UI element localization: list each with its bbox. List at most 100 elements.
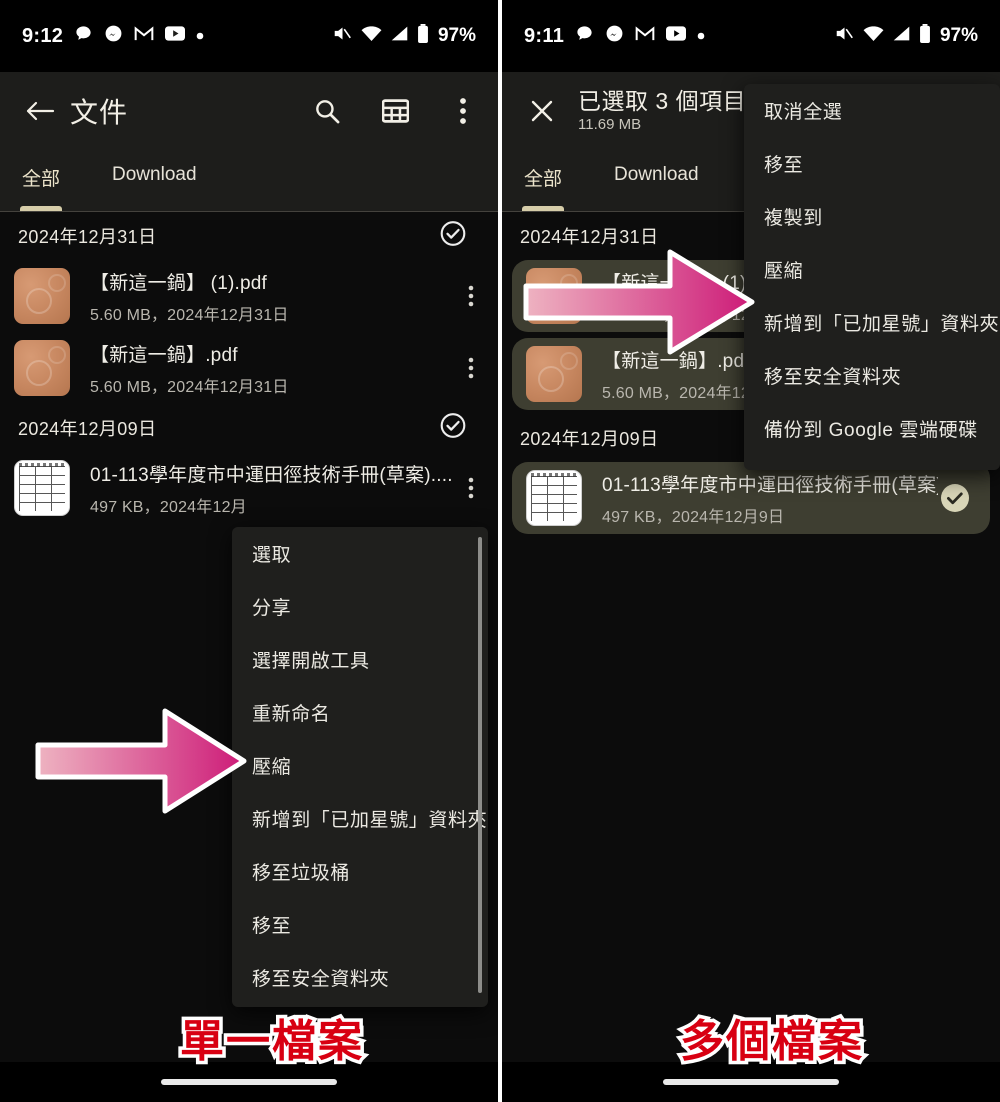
menu-item-move-to-trash[interactable]: 移至垃圾桶 xyxy=(232,845,488,898)
file-meta: 01-113學年度市中運田徑技術手冊(草案).... 497 KB，2024年1… xyxy=(602,470,938,527)
menu-item-rename[interactable]: 重新命名 xyxy=(232,686,488,739)
tab-all[interactable]: 全部 xyxy=(522,164,565,211)
app-bar-actions xyxy=(310,94,480,128)
screenshot-stage: 9:12 97% 文件 全部 Download 2024年12月31日 【新這一… xyxy=(0,0,1000,1102)
file-thumbnail xyxy=(14,340,70,396)
back-arrow-icon[interactable] xyxy=(20,91,60,131)
arrow-right xyxy=(523,249,755,355)
battery-icon xyxy=(919,24,931,48)
right-phone-panel: 9:11 97% 已選取 3 個項目 11.69 MB 全部 Download … xyxy=(502,0,1000,1102)
date-header-label: 2024年12月09日 xyxy=(520,429,659,449)
mute-icon xyxy=(332,24,353,48)
tab-all-label: 全部 xyxy=(524,169,563,190)
status-time: 9:11 xyxy=(524,24,565,47)
file-thumbnail xyxy=(14,460,70,516)
menu-item-move-to[interactable]: 移至 xyxy=(232,898,488,951)
tab-all[interactable]: 全部 xyxy=(20,164,63,211)
context-menu-multi-file[interactable]: 取消全選 移至 複製到 壓縮 新增到「已加星號」資料夾 移至安全資料夾 備份到 … xyxy=(744,84,1000,470)
battery-percent: 97% xyxy=(939,25,978,46)
mute-icon xyxy=(834,24,855,48)
menu-item-compress[interactable]: 壓縮 xyxy=(232,739,488,792)
file-subtitle: 5.60 MB，2024年12月31日 xyxy=(90,306,289,324)
menu-item-move-to-safe-folder[interactable]: 移至安全資料夾 xyxy=(744,349,1000,402)
menu-item-add-to-starred[interactable]: 新增到「已加星號」資料夾 xyxy=(744,296,1000,349)
date-header-label: 2024年12月31日 xyxy=(18,227,157,247)
status-bar-right-group: 97% xyxy=(332,24,476,48)
file-name: 【新這一鍋】.pdf xyxy=(90,344,238,366)
thumbnail-grid-lines xyxy=(19,466,65,511)
signal-icon xyxy=(892,25,911,47)
file-name: 01-113學年度市中運田徑技術手冊(草案).... xyxy=(602,474,938,496)
row-overflow-menu-icon[interactable] xyxy=(456,357,486,379)
wifi-icon xyxy=(863,25,884,47)
file-subtitle: 5.60 MB，2024年12月31日 xyxy=(90,378,289,396)
selection-summary: 已選取 3 個項目 11.69 MB xyxy=(578,88,746,135)
select-group-check-icon[interactable] xyxy=(440,221,466,252)
menu-item-backup-to-google-drive[interactable]: 備份到 Google 雲端硬碟 xyxy=(744,402,1000,455)
wifi-icon xyxy=(361,25,382,47)
row-selected-check-icon[interactable] xyxy=(938,483,978,513)
file-subtitle: 497 KB，2024年12月9日 xyxy=(602,508,785,526)
battery-icon xyxy=(417,24,429,48)
select-group-check-icon[interactable] xyxy=(440,413,466,444)
table-row[interactable]: 01-113學年度市中運田徑技術手冊(草案).... 497 KB，2024年1… xyxy=(0,452,498,524)
table-row[interactable]: 【新這一鍋】 (1).pdf 5.60 MB，2024年12月31日 xyxy=(0,260,498,332)
tab-download-label: Download xyxy=(112,164,197,185)
menu-item-compress[interactable]: 壓縮 xyxy=(744,243,1000,296)
home-gesture-pill[interactable] xyxy=(663,1079,839,1085)
close-icon[interactable] xyxy=(524,93,560,129)
arrow-left xyxy=(35,708,247,814)
messenger-icon xyxy=(104,24,123,48)
left-phone-panel: 9:12 97% 文件 全部 Download 2024年12月31日 【新這一… xyxy=(0,0,498,1102)
status-bar-right-group: 97% xyxy=(834,24,978,48)
home-gesture-pill[interactable] xyxy=(161,1079,337,1085)
menu-item-move-to[interactable]: 移至 xyxy=(744,137,1000,190)
page-title: 文件 xyxy=(70,97,129,128)
menu-item-copy-to[interactable]: 複製到 xyxy=(744,190,1000,243)
app-bar-left: 文件 xyxy=(0,72,498,150)
youtube-icon xyxy=(165,26,186,46)
caption-multi-file: 多個檔案 xyxy=(677,1013,866,1071)
status-time: 9:12 xyxy=(22,24,64,47)
menu-item-open-with[interactable]: 選擇開啟工具 xyxy=(232,633,488,686)
tab-download[interactable]: Download xyxy=(614,164,699,196)
row-overflow-menu-icon[interactable] xyxy=(456,285,486,307)
battery-percent: 97% xyxy=(437,25,476,46)
gmail-icon xyxy=(134,24,154,48)
grid-view-icon[interactable] xyxy=(378,94,412,128)
file-meta: 【新這一鍋】 (1).pdf 5.60 MB，2024年12月31日 xyxy=(90,268,456,325)
tab-bar-left: 全部 Download xyxy=(0,150,498,212)
file-name: 01-113學年度市中運田徑技術手冊(草案).... xyxy=(90,464,453,486)
file-thumbnail xyxy=(526,470,582,526)
dot-icon xyxy=(697,27,705,45)
thumbnail-grid-lines xyxy=(531,476,577,521)
menu-item-move-to-safe-folder[interactable]: 移至安全資料夾 xyxy=(232,951,488,1004)
menu-item-deselect-all[interactable]: 取消全選 xyxy=(744,84,1000,137)
file-name: 【新這一鍋】 (1).pdf xyxy=(90,272,267,294)
dot-icon xyxy=(196,27,204,45)
caption-single-file: 單一檔案 xyxy=(177,1013,366,1071)
row-overflow-menu-icon[interactable] xyxy=(456,477,486,499)
tab-download[interactable]: Download xyxy=(112,164,197,196)
file-subtitle: 497 KB，2024年12月 xyxy=(90,498,247,516)
youtube-icon xyxy=(666,26,687,46)
menu-item-share[interactable]: 分享 xyxy=(232,580,488,633)
menu-item-select[interactable]: 選取 xyxy=(232,527,488,580)
search-icon[interactable] xyxy=(310,94,344,128)
menu-item-add-to-starred[interactable]: 新增到「已加星號」資料夾 xyxy=(232,792,488,845)
file-meta: 【新這一鍋】.pdf 5.60 MB，2024年12月31日 xyxy=(90,340,456,397)
gmail-icon xyxy=(635,24,655,48)
status-bar-left-group: 9:12 xyxy=(22,24,204,48)
overflow-menu-icon[interactable] xyxy=(446,94,480,128)
table-row[interactable]: 【新這一鍋】.pdf 5.60 MB，2024年12月31日 xyxy=(0,332,498,404)
status-bar-left: 9:12 97% xyxy=(0,0,498,72)
date-header: 2024年12月09日 xyxy=(0,404,498,452)
status-bar-left-group: 9:11 xyxy=(524,24,705,48)
menu-scrollbar[interactable] xyxy=(478,537,482,993)
table-row[interactable]: 01-113學年度市中運田徑技術手冊(草案).... 497 KB，2024年1… xyxy=(512,462,990,534)
context-menu-single-file[interactable]: 選取 分享 選擇開啟工具 重新命名 壓縮 新增到「已加星號」資料夾 移至垃圾桶 … xyxy=(232,527,488,1007)
tab-download-label: Download xyxy=(614,164,699,185)
status-bar-right: 9:11 97% xyxy=(502,0,1000,72)
signal-icon xyxy=(390,25,409,47)
selection-size-label: 11.69 MB xyxy=(578,115,642,133)
